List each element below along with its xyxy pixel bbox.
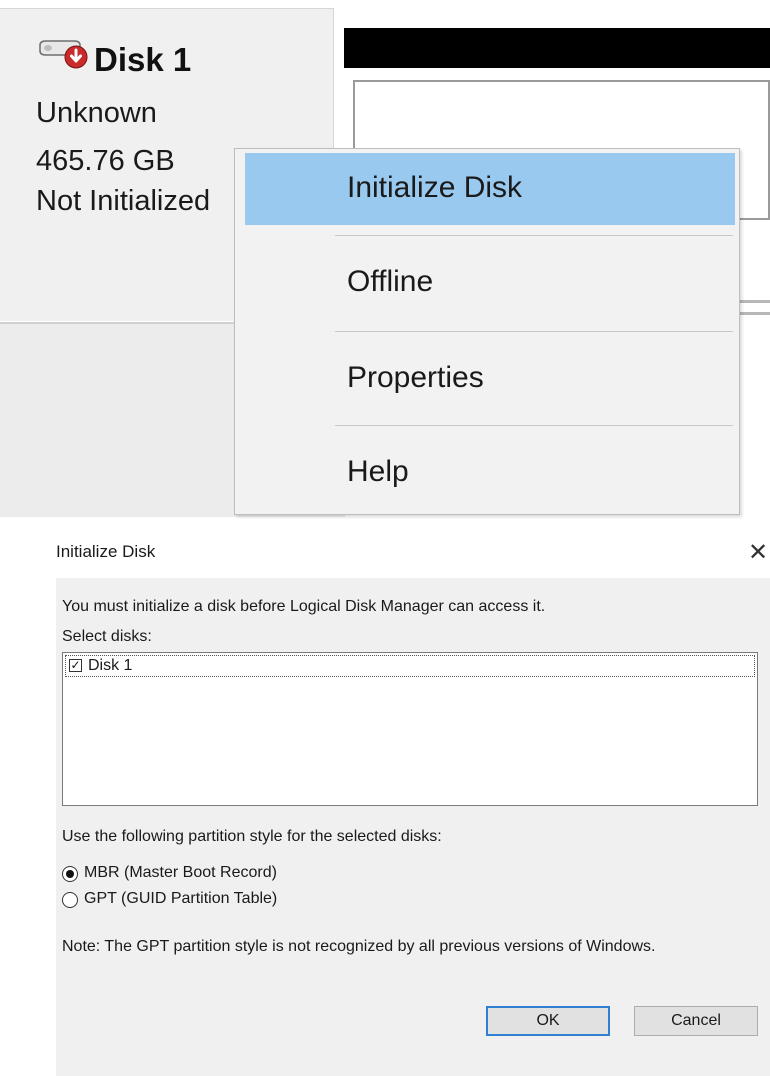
- menu-item-label: Properties: [347, 361, 484, 394]
- menu-separator: [335, 235, 733, 236]
- dialog-body: You must initialize a disk before Logica…: [56, 578, 770, 1076]
- menu-item-label: Initialize Disk: [347, 171, 523, 204]
- disk-management-view: Disk 1 Unknown 465.76 GB Not Initialized…: [0, 0, 770, 517]
- partition-style-label: Use the following partition style for th…: [62, 828, 442, 845]
- disk-list[interactable]: ✓ Disk 1: [62, 652, 758, 806]
- menu-separator: [335, 425, 733, 426]
- context-menu: Initialize Disk Offline Properties Help: [234, 148, 740, 515]
- divider: [738, 312, 770, 315]
- gpt-note: Note: The GPT partition style is not rec…: [62, 938, 656, 955]
- menu-item-properties[interactable]: Properties: [245, 343, 735, 415]
- gpt-label: GPT (GUID Partition Table): [84, 890, 278, 907]
- menu-separator: [335, 331, 733, 332]
- menu-item-label: Offline: [347, 265, 434, 298]
- menu-item-help[interactable]: Help: [245, 437, 735, 509]
- menu-item-offline[interactable]: Offline: [245, 247, 735, 319]
- ok-button[interactable]: OK: [486, 1006, 610, 1036]
- mbr-option[interactable]: MBR (Master Boot Record): [62, 864, 462, 886]
- dialog-title: Initialize Disk: [56, 542, 156, 561]
- divider: [738, 300, 770, 303]
- radio-selected-dot: [66, 870, 74, 878]
- list-item[interactable]: ✓ Disk 1: [65, 655, 755, 677]
- gpt-option[interactable]: GPT (GUID Partition Table): [62, 890, 462, 912]
- disk-checkbox[interactable]: ✓: [69, 659, 82, 672]
- disk-status: Not Initialized: [36, 185, 211, 217]
- disk-name: Disk 1: [94, 41, 192, 78]
- close-icon[interactable]: ✕: [748, 538, 768, 566]
- gpt-radio[interactable]: [62, 892, 78, 908]
- menu-item-initialize-disk[interactable]: Initialize Disk: [245, 153, 735, 225]
- dialog-message: You must initialize a disk before Logica…: [62, 598, 546, 615]
- menu-item-label: Help: [347, 455, 409, 488]
- mbr-label: MBR (Master Boot Record): [84, 864, 277, 881]
- disk-type: Unknown: [36, 97, 157, 129]
- unallocated-header-bar: [344, 28, 770, 68]
- cancel-button[interactable]: Cancel: [634, 1006, 758, 1036]
- mbr-radio[interactable]: [62, 866, 78, 882]
- select-disks-label: Select disks:: [62, 628, 152, 645]
- disk-size: 465.76 GB: [36, 145, 175, 177]
- initialize-disk-dialog: Initialize Disk ✕ You must initialize a …: [46, 522, 770, 1076]
- disk-list-label: Disk 1: [88, 657, 133, 674]
- disk-error-icon: [36, 39, 92, 75]
